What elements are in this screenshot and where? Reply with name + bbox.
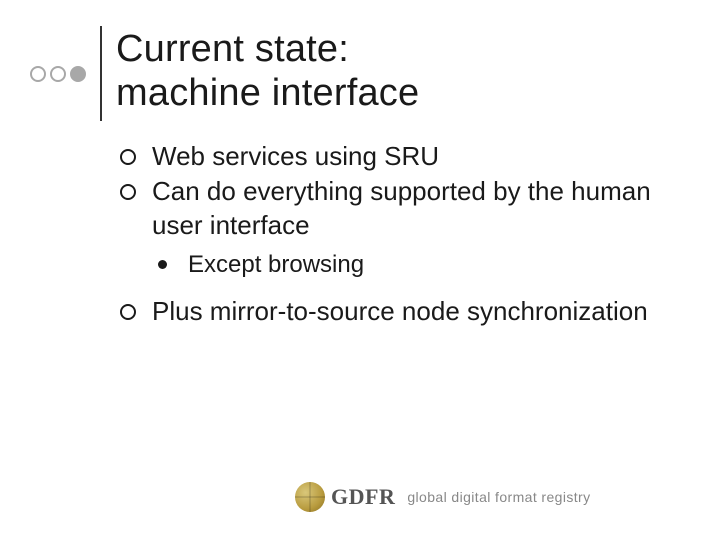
dot-icon — [70, 66, 86, 82]
logo-text: GDFR — [331, 484, 395, 510]
logo-tagline: global digital format registry — [407, 489, 590, 505]
bullet-text: Except browsing — [188, 251, 364, 278]
list-item: Web services using SRU — [120, 140, 680, 173]
logo-mark: GDFR — [295, 482, 395, 512]
globe-icon — [295, 482, 325, 512]
divider — [100, 26, 102, 121]
list-subitem: Except browsing — [158, 250, 680, 281]
bullet-text: Plus mirror-to-source node synchronizati… — [152, 296, 648, 326]
slide-title: Current state:machine interface — [116, 28, 419, 115]
title-line-2: machine interface — [116, 72, 419, 114]
slide-body: Web services using SRU Can do everything… — [120, 140, 680, 330]
dot-icon — [30, 66, 46, 82]
list-item: Can do everything supported by the human… — [120, 175, 680, 242]
dot-icon — [50, 66, 66, 82]
footer-logo: GDFR global digital format registry — [295, 482, 591, 512]
bullet-text: Web services using SRU — [152, 141, 439, 171]
list-item: Plus mirror-to-source node synchronizati… — [120, 295, 680, 328]
bullet-text: Can do everything supported by the human… — [152, 176, 651, 239]
decorative-dots — [30, 66, 86, 82]
title-line-1: Current state: — [116, 28, 349, 70]
